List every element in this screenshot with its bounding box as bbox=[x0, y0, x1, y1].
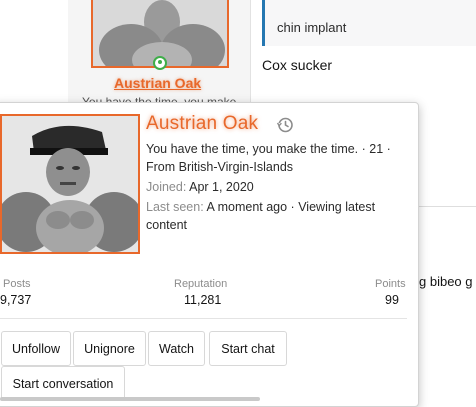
online-status-icon bbox=[153, 56, 167, 70]
horizontal-scrollbar[interactable] bbox=[0, 397, 260, 401]
posts-label: Posts bbox=[3, 278, 31, 290]
next-post-text: g bibeo g bbox=[419, 274, 473, 289]
stats-divider bbox=[0, 318, 407, 319]
joined-value: Apr 1, 2020 bbox=[189, 180, 254, 194]
points-value[interactable]: 99 bbox=[385, 293, 399, 307]
member-username[interactable]: Austrian Oak bbox=[146, 113, 258, 135]
next-post-area bbox=[419, 249, 476, 339]
points-label: Points bbox=[375, 278, 406, 290]
start-chat-button[interactable]: Start chat bbox=[209, 331, 287, 366]
member-blurb: You have the time, you make the time. · … bbox=[146, 142, 391, 174]
post-username[interactable]: Austrian Oak bbox=[114, 75, 201, 91]
start-conversation-button[interactable]: Start conversation bbox=[1, 366, 125, 401]
watch-button[interactable]: Watch bbox=[148, 331, 205, 366]
message-text: Cox sucker bbox=[262, 57, 333, 73]
member-stats: Posts 9,737 Reputation 11,281 Points 99 bbox=[0, 276, 410, 312]
posts-value[interactable]: 9,737 bbox=[0, 293, 31, 307]
history-icon[interactable] bbox=[276, 116, 294, 134]
reputation-label: Reputation bbox=[174, 278, 228, 290]
unfollow-button[interactable]: Unfollow bbox=[1, 331, 71, 366]
last-seen-label: Last seen: bbox=[146, 200, 204, 214]
member-joined: Joined: Apr 1, 2020 bbox=[146, 178, 414, 196]
member-last-seen: Last seen: A moment ago · Viewing latest… bbox=[146, 198, 414, 234]
reputation-value: 11,281 bbox=[184, 293, 222, 307]
member-details: You have the time, you make the time. · … bbox=[146, 140, 414, 234]
member-avatar[interactable] bbox=[0, 114, 140, 254]
joined-label: Joined: bbox=[146, 180, 187, 194]
unignore-button[interactable]: Unignore bbox=[73, 331, 146, 366]
quote-text: chin implant bbox=[277, 20, 347, 35]
